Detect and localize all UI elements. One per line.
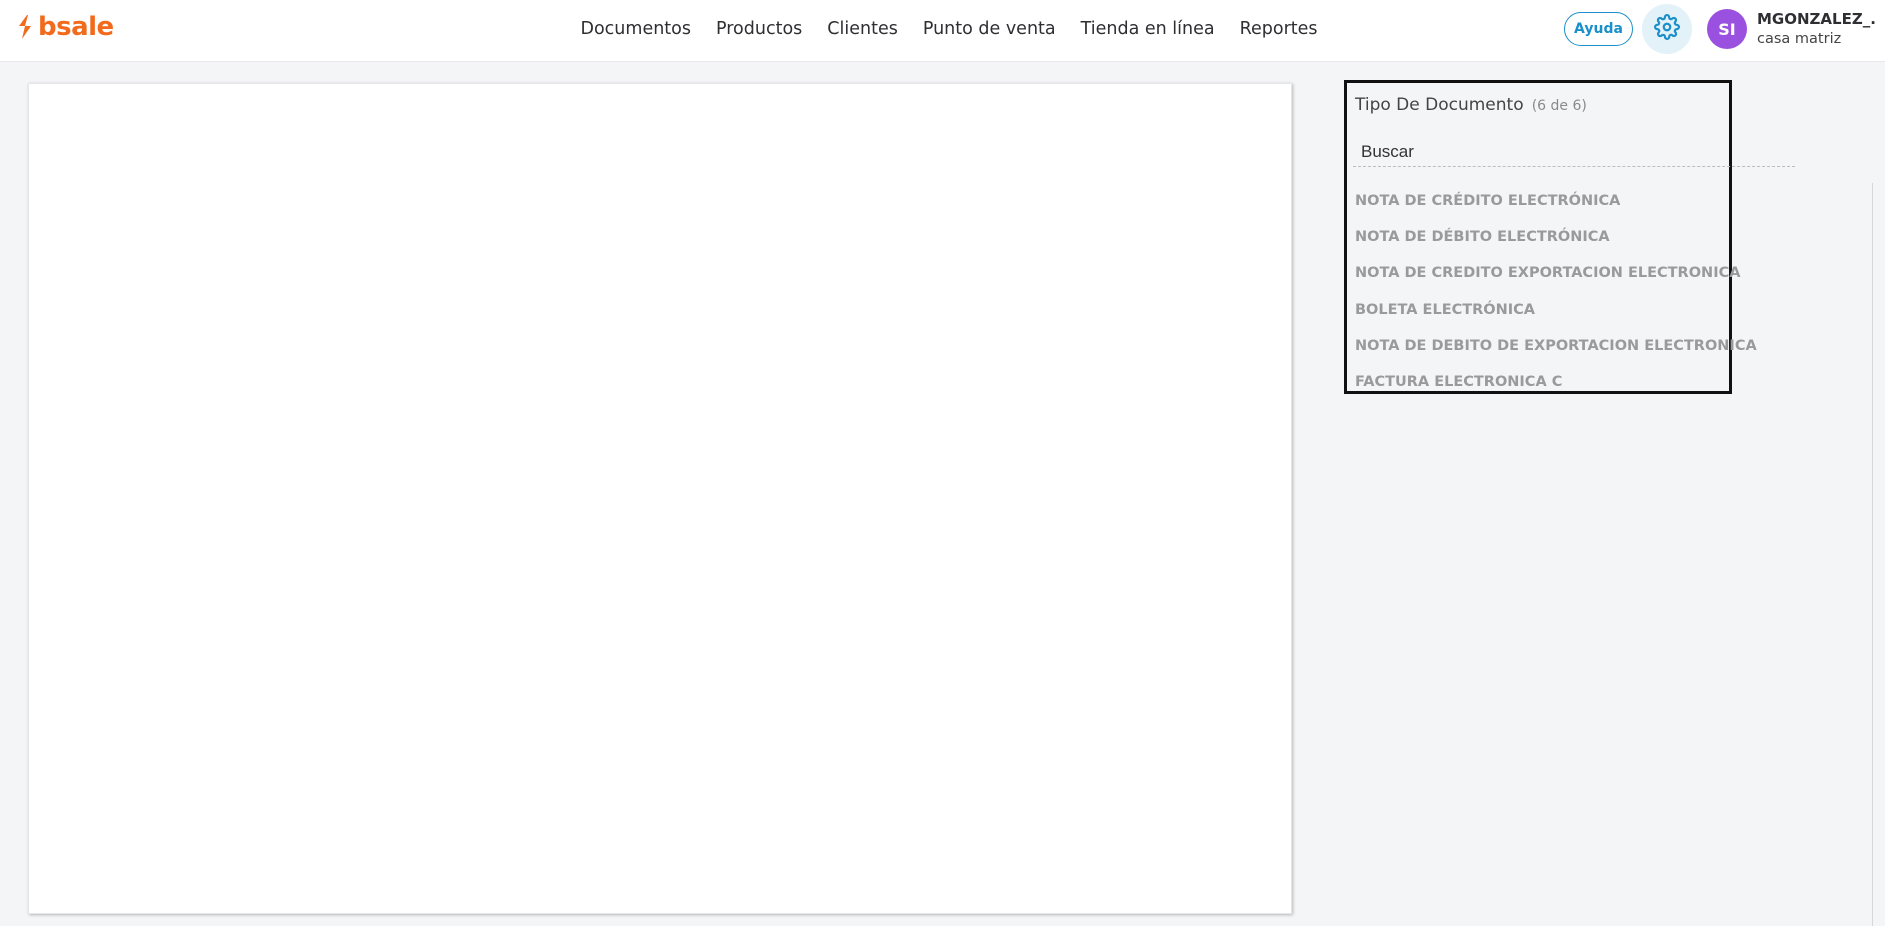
document-type-item[interactable]: NOTA DE DÉBITO ELECTRÓNICA <box>1355 219 1757 255</box>
user-name[interactable]: MGONZALEZ_... <box>1757 10 1877 28</box>
gear-icon <box>1654 14 1680 44</box>
help-button[interactable]: Ayuda <box>1564 12 1633 46</box>
nav-clientes[interactable]: Clientes <box>815 19 911 39</box>
nav-documentos[interactable]: Documentos <box>568 19 704 39</box>
filter-title: Tipo De Documento <box>1355 95 1524 115</box>
main-nav: Documentos Productos Clientes Punto de v… <box>568 0 1330 58</box>
nav-reportes[interactable]: Reportes <box>1227 19 1330 39</box>
nav-productos[interactable]: Productos <box>704 19 815 39</box>
filter-count: (6 de 6) <box>1531 98 1587 114</box>
user-branch: casa matriz <box>1757 31 1842 47</box>
main-content-panel <box>28 83 1292 914</box>
nav-punto-de-venta[interactable]: Punto de venta <box>910 19 1068 39</box>
document-type-item[interactable]: FACTURA ELECTRONICA C <box>1355 364 1757 400</box>
avatar[interactable]: SI <box>1707 9 1747 49</box>
logo-text: bsale <box>38 12 114 42</box>
filter-search-input[interactable] <box>1353 137 1795 167</box>
document-type-item[interactable]: NOTA DE DEBITO DE EXPORTACION ELECTRONIC… <box>1355 328 1757 364</box>
bsale-logo-icon <box>16 14 34 40</box>
document-type-item[interactable]: BOLETA ELECTRÓNICA <box>1355 292 1757 328</box>
document-type-filter: Tipo De Documento (6 de 6) NOTA DE CRÉDI… <box>1344 80 1795 394</box>
document-type-item[interactable]: NOTA DE CREDITO EXPORTACION ELECTRONICA <box>1355 255 1757 291</box>
nav-tienda-en-linea[interactable]: Tienda en línea <box>1068 19 1227 39</box>
document-type-list: NOTA DE CRÉDITO ELECTRÓNICA NOTA DE DÉBI… <box>1355 183 1757 400</box>
settings-button[interactable] <box>1642 4 1692 54</box>
document-type-item[interactable]: NOTA DE CRÉDITO ELECTRÓNICA <box>1355 183 1757 219</box>
bsale-logo[interactable]: bsale <box>16 14 114 40</box>
scroll-divider <box>1872 183 1873 926</box>
filter-header: Tipo De Documento (6 de 6) <box>1355 95 1587 115</box>
top-header: bsale Documentos Productos Clientes Punt… <box>0 0 1885 62</box>
